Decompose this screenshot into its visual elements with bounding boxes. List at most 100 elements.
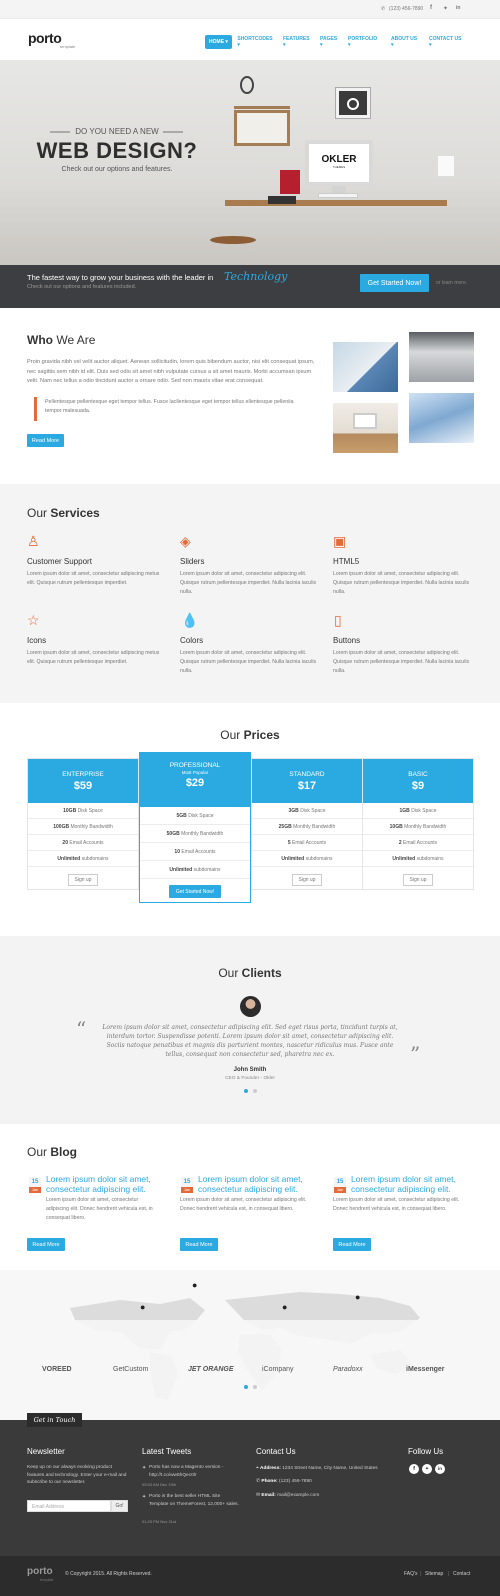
testimonial-role: CEO & Founder - Okler — [225, 1076, 275, 1081]
tweet-text: Porto is the best seller HTML Site Templ… — [149, 1494, 239, 1507]
service-title: HTML5 — [333, 557, 360, 566]
post-date: 15 Jan — [334, 1177, 346, 1193]
contact-email[interactable]: ✉ Email: mail@example.com — [256, 1492, 319, 1500]
facebook-icon[interactable]: f — [430, 5, 432, 11]
who-read-more-button[interactable]: Read More — [27, 434, 64, 447]
brand-paradoxx[interactable]: Paradoxx — [333, 1366, 363, 1373]
learn-more-link[interactable]: or learn more. — [436, 280, 467, 286]
nav-shortcodes[interactable]: SHORTCODES ▾ — [234, 35, 276, 49]
call-to-action-bar: The fastest way to grow your business wi… — [0, 265, 500, 308]
hero-subtitle: Check out our options and features. — [61, 166, 173, 173]
service-text: Lorem ipsum dolor sit amet, consectetur … — [333, 650, 470, 674]
footer-link-faq[interactable]: FAQ's — [404, 1571, 417, 1577]
carousel-dot[interactable] — [253, 1089, 257, 1093]
plan-row: 100GB Monthly Bandwidth — [28, 819, 138, 835]
facebook-icon[interactable]: f — [409, 1464, 419, 1474]
linkedin-icon[interactable]: in — [435, 1464, 445, 1474]
plan-professional: PROFESSIONAL Most Popular $29 5GB Disk S… — [139, 752, 251, 903]
carousel-dot-active[interactable] — [244, 1385, 248, 1389]
services-title: Our Services — [27, 506, 100, 520]
post-text: Lorem ipsum dolor sit amet, consectetur … — [46, 1197, 153, 1221]
headphones-image — [240, 76, 254, 94]
plan-row: 3GB Disk Space — [252, 803, 362, 819]
prices-title: Our Prices — [220, 728, 280, 742]
map-pin-icon[interactable]: ● — [282, 1302, 287, 1312]
footer-link-contact[interactable]: Contact — [453, 1571, 470, 1577]
monitor-text: OKLER — [321, 154, 357, 165]
contact-address: ⌖ Address: 1234 Street Name, City Name, … — [256, 1466, 378, 1471]
plan-row: 20 Email Accounts — [28, 835, 138, 851]
sign-up-button[interactable]: Sign up — [292, 874, 322, 886]
monitor-sub: THEMES — [332, 165, 346, 169]
post-title[interactable]: Lorem ipsum dolor sit amet, consectetur … — [46, 1174, 161, 1194]
brand-getcustom[interactable]: GetCustom — [113, 1366, 148, 1373]
service-text: Lorem ipsum dolor sit amet, consectetur … — [27, 650, 160, 665]
thumbnail-desk[interactable] — [333, 403, 398, 453]
brand-voreed[interactable]: VOREED — [42, 1366, 72, 1373]
nav-about[interactable]: ABOUT US ▾ — [387, 35, 423, 49]
sign-up-button[interactable]: Sign up — [403, 874, 433, 886]
tweet-time: 01:25 PM Nov 21st — [142, 1519, 177, 1524]
get-started-plan-button[interactable]: Get Started Now! — [169, 885, 221, 898]
testimonial-name: John Smith — [233, 1067, 267, 1073]
brand-imessenger[interactable]: iMessenger — [406, 1366, 445, 1373]
quote-open-icon: “ — [76, 1017, 87, 1041]
cta-subline: Check out our options and features inclu… — [27, 284, 137, 290]
map-pin-icon[interactable]: ● — [140, 1302, 145, 1312]
get-started-button[interactable]: Get Started Now! — [360, 274, 429, 292]
brand-icompany[interactable]: iCompany — [262, 1366, 294, 1373]
footer-link-sitemap[interactable]: Sitemap — [425, 1571, 443, 1577]
post-text: Lorem ipsum dolor sit amet, consectetur … — [180, 1197, 307, 1212]
thumbnail-office[interactable] — [409, 332, 474, 382]
nav-pages[interactable]: PAGES ▾ — [316, 35, 342, 49]
map-pin-icon[interactable]: ● — [192, 1280, 197, 1290]
mouse-icon: ▯ — [334, 612, 342, 628]
keyboard — [318, 193, 358, 198]
post-date: 15 Jan — [181, 1177, 193, 1193]
hero-kicker: DO YOU NEED A NEW — [75, 127, 159, 136]
stool — [210, 236, 256, 244]
logo-subtitle: template — [60, 44, 76, 49]
brand-jet-orange[interactable]: JET ORANGE — [188, 1366, 234, 1373]
plan-basic: BASIC $9 1GB Disk Space 10GB Monthly Ban… — [362, 758, 474, 890]
twitter-icon[interactable]: ✦ — [422, 1464, 432, 1474]
top-bar: ✆ (123) 456-7890 f ✦ in — [0, 0, 500, 19]
carousel-dot[interactable] — [253, 1385, 257, 1389]
sign-up-button[interactable]: Sign up — [68, 874, 98, 886]
get-in-touch-tab: Get in Touch — [27, 1413, 82, 1427]
monitor: OKLER THEMES — [305, 140, 373, 186]
nav-home[interactable]: HOME ▾ — [205, 35, 232, 49]
thumbnail-building[interactable] — [409, 393, 474, 443]
linkedin-icon[interactable]: in — [456, 5, 460, 11]
twitter-icon: ✦ — [142, 1494, 147, 1500]
newsletter-email-input[interactable]: Email Address — [27, 1500, 111, 1512]
twitter-icon[interactable]: ✦ — [443, 5, 448, 12]
newsletter-title: Newsletter — [27, 1447, 65, 1456]
newsletter-go-button[interactable]: Go! — [111, 1500, 128, 1512]
who-quote: Pellentesque pellentesque eget tempor te… — [45, 399, 294, 414]
post-read-more-button[interactable]: Read More — [333, 1238, 371, 1251]
footer-logo[interactable]: porto — [27, 1566, 53, 1577]
desk — [225, 200, 447, 206]
nav-portfolio[interactable]: PORTFOLIO ▾ — [344, 35, 384, 49]
contact-title: Contact Us — [256, 1447, 296, 1456]
nav-features[interactable]: FEATURES ▾ — [279, 35, 314, 49]
copyright: © Copyright 2015. All Rights Reserved. — [65, 1571, 152, 1577]
shelf — [234, 106, 290, 109]
service-title: Icons — [27, 636, 47, 645]
phone-icon: ✆ — [381, 6, 386, 12]
service-title: Buttons — [333, 636, 361, 645]
nav-contact[interactable]: CONTACT US ▾ — [425, 35, 469, 49]
plan-row: Unlimited subdomains — [363, 851, 473, 867]
tweet-text: Porto has now a Magento version - http:/… — [149, 1465, 224, 1478]
post-title[interactable]: Lorem ipsum dolor sit amet, consectetur … — [351, 1174, 466, 1194]
post-read-more-button[interactable]: Read More — [27, 1238, 65, 1251]
map-pin-icon[interactable]: ● — [355, 1292, 360, 1302]
plan-price: $29 — [185, 777, 205, 789]
thumbnail-laptop[interactable] — [333, 342, 398, 392]
carousel-dot-active[interactable] — [244, 1089, 248, 1093]
logo[interactable]: porto — [28, 30, 62, 46]
plan-price: $9 — [411, 780, 425, 792]
post-read-more-button[interactable]: Read More — [180, 1238, 218, 1251]
post-title[interactable]: Lorem ipsum dolor sit amet, consectetur … — [198, 1174, 313, 1194]
